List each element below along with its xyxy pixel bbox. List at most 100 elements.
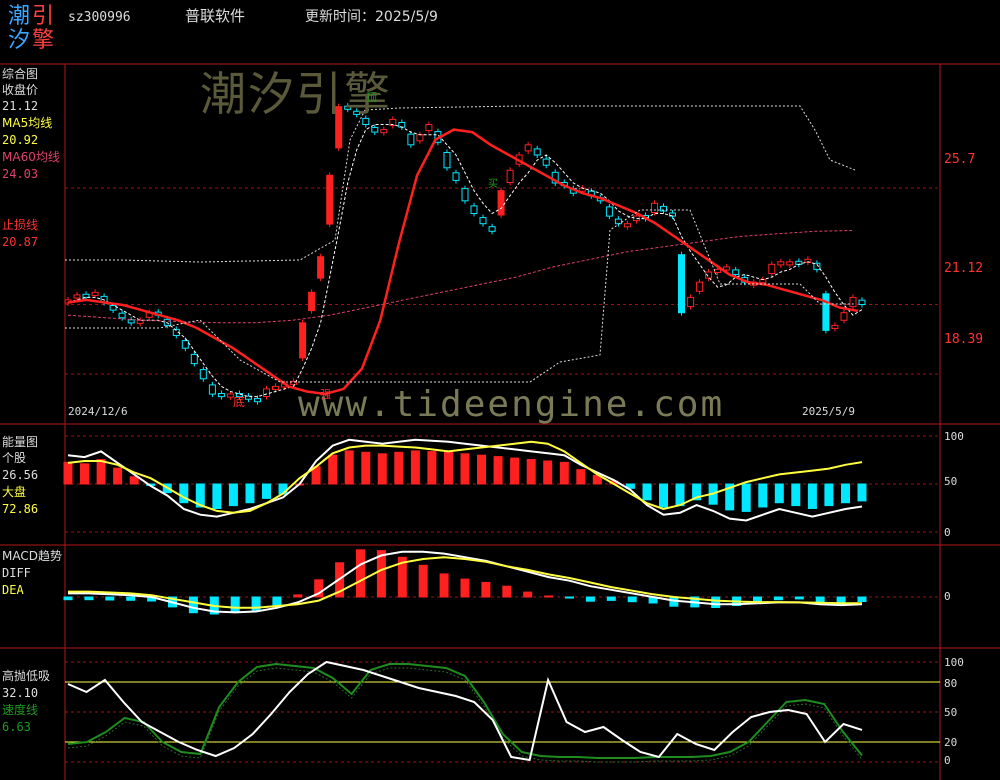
close-value: 21.12 [2,99,39,113]
energy-bar [460,453,470,485]
macd-bar [627,596,637,603]
candle [190,353,198,365]
candle [840,312,848,321]
speed-label: 速度线 [2,703,39,717]
energy-bar [857,483,867,502]
candle [127,319,135,324]
macd-bar [272,596,282,606]
macd-bar [502,585,512,598]
candle [208,384,216,395]
energy-bar [328,454,338,485]
energy-bar [394,451,404,485]
energy-panel-plot [63,435,940,533]
watermark-title: 潮汐引擎 [200,67,392,121]
stoploss-label: 止损线 [2,218,39,232]
candle [109,305,117,311]
energy-bar [526,459,536,485]
macd-diff-label: DIFF [2,566,31,580]
energy-bar [824,483,834,507]
energy-title: 能量图 [2,435,39,449]
ma5-value: 20.92 [2,133,39,147]
energy-bar [344,450,354,485]
candle [768,263,776,274]
macd-title: MACD趋势 [2,549,62,563]
macd-bar [544,595,554,598]
energy-bar [493,456,503,485]
macd-bar [794,596,804,600]
macd-bar [188,596,198,614]
energy-axis-label: 100 [944,430,964,443]
candle [272,385,279,390]
candle [299,322,307,359]
candle [407,133,415,146]
main-axis-label: 21.12 [944,261,984,276]
energy-bar [791,483,801,507]
energy-bar [510,457,520,485]
annotation-top: 顶 [366,91,377,104]
speed-value: 6.63 [2,720,31,734]
hilo-axis-label: 50 [944,706,958,719]
macd-bar [606,596,616,601]
candle [524,144,532,152]
energy-bar [212,483,222,509]
energy-bar [63,461,73,485]
macd-bar [523,591,533,598]
date-start: 2024/12/6 [68,405,128,418]
hilo-axis-label: 20 [944,736,958,749]
hilo-value: 32.10 [2,686,39,700]
candle [849,296,857,308]
macd-bar [481,581,491,598]
stoploss-value: 20.87 [2,235,39,249]
main-axis-label: 25.7 [944,152,976,167]
energy-bar [774,483,784,504]
candle [317,256,325,279]
macd-bar [460,578,470,598]
candle [263,388,270,397]
macd-bar [439,573,449,598]
ma5-label: MA5均线 [2,116,53,130]
candle [786,261,794,266]
hilo-axis-label: 0 [944,754,951,767]
candle [506,169,514,184]
candle [326,174,334,225]
energy-bar [642,483,652,501]
macd-bar [84,596,94,601]
close-label: 收盘价 [2,83,39,97]
energy-bar [543,460,553,485]
ma60-value: 24.03 [2,167,39,181]
candle [199,369,207,380]
annotation-strong: 强 [320,388,331,401]
macd-axis-label: 0 [944,590,951,603]
candle [254,398,261,403]
candle [488,226,496,232]
energy-bar [841,483,850,504]
candle [425,124,433,132]
candle [777,261,785,266]
candle [623,223,631,228]
main-panel-plot [64,103,940,405]
annotation-bottom: 底 [233,395,246,409]
candle [452,172,460,181]
candle [831,324,839,329]
ma60-label: MA60均线 [2,150,60,164]
macd-bar [63,596,73,601]
macd-bar [773,596,783,601]
candle [651,202,658,214]
candle [614,218,622,225]
energy-bar [361,451,371,485]
energy-bar [96,459,106,485]
energy-bar [477,454,486,485]
candle [416,134,424,142]
main-axis-label: 18.39 [944,332,984,347]
energy-bar [659,483,668,508]
candle [118,312,126,319]
macd-bar [711,596,721,608]
macd-panel-plot [63,549,940,615]
macd-bar [230,596,240,613]
macd-bar [356,549,365,598]
energy-bar [758,483,768,508]
energy-stock-value: 26.56 [2,468,39,482]
energy-bar [559,461,569,485]
candle [542,158,550,166]
hilo-title: 高抛低吸 [2,669,51,683]
